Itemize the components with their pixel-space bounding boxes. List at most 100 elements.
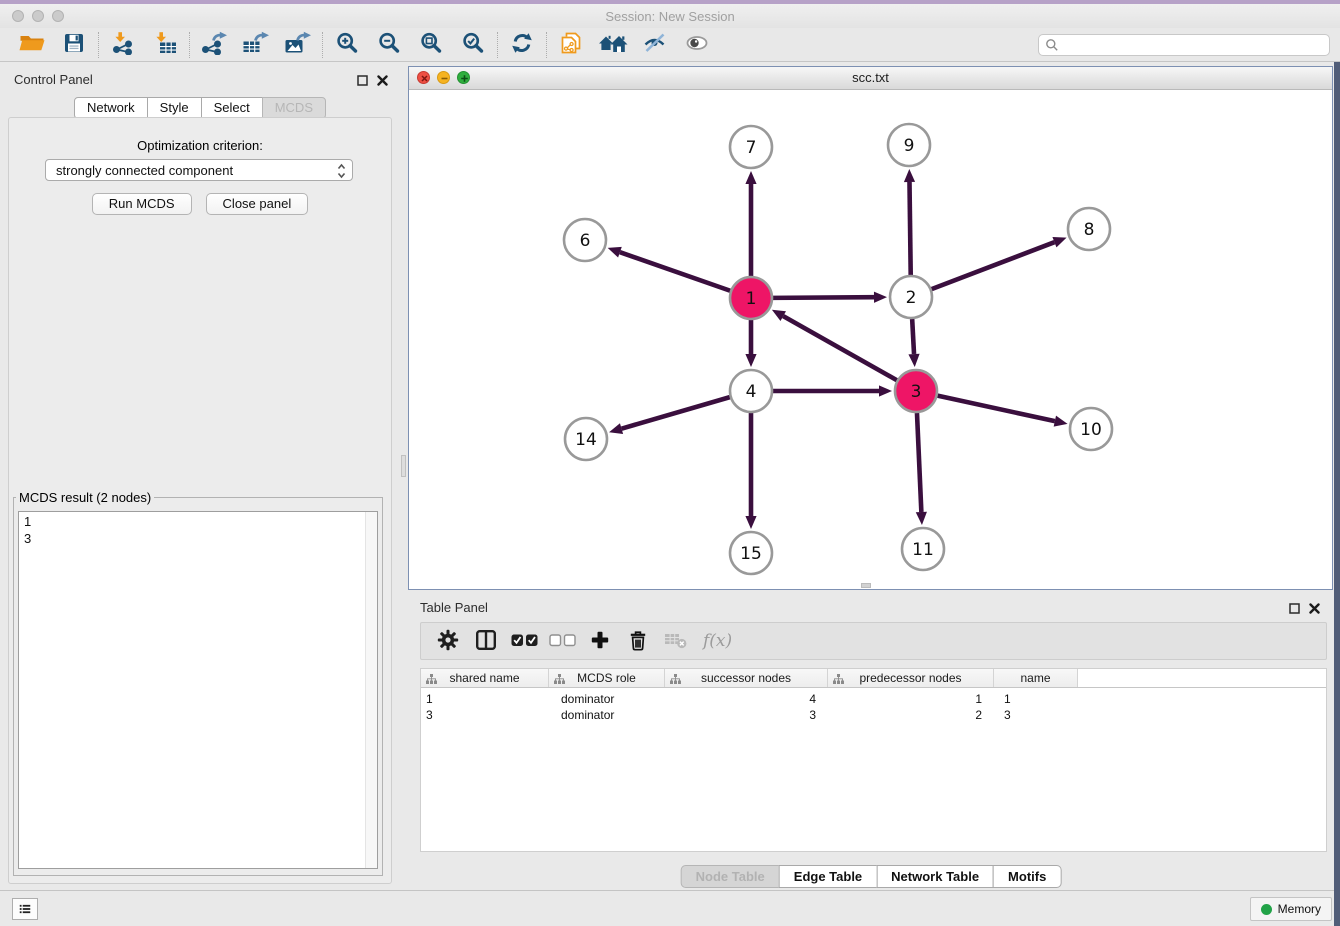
zoom-fit-button[interactable] [414,31,448,59]
network-canvas[interactable]: 1 2 3 4 6 7 8 9 10 11 14 15 [409,89,1332,589]
graph-node-7[interactable]: 7 [730,126,772,168]
settings-button[interactable] [429,626,467,656]
save-session-icon [62,31,86,58]
graph-edge-2-8[interactable] [932,237,1067,289]
network-scroll-grip[interactable] [861,583,871,588]
graph-edge-4-14[interactable] [609,397,730,434]
column-header-successor-nodes[interactable]: successor nodes [665,669,828,687]
graph-node-14[interactable]: 14 [565,418,607,460]
graph-node-10[interactable]: 10 [1070,408,1112,450]
select-all-button[interactable] [505,626,543,656]
table-row[interactable]: 3dominator323 [421,707,1326,723]
split-view-button[interactable] [467,626,505,656]
float-table-panel-icon[interactable] [1289,601,1300,619]
add-column-button[interactable] [581,626,619,656]
graph-node-2[interactable]: 2 [890,276,932,318]
import-network-button[interactable] [106,31,140,59]
table-cell[interactable]: 1 [421,692,549,706]
column-header-label: successor nodes [701,671,791,685]
result-scrollbar[interactable] [365,512,377,868]
close-panel-icon[interactable] [377,73,388,91]
export-network-button[interactable] [197,31,231,59]
panel-splitter[interactable] [400,62,408,890]
delete-table-button[interactable] [657,626,695,656]
run-mcds-button[interactable]: Run MCDS [92,193,192,215]
task-history-button[interactable] [12,898,38,920]
column-header-label: name [1020,671,1050,685]
graph-node-label: 11 [912,540,934,560]
table-cell[interactable]: 3 [421,708,549,722]
refresh-layout-button[interactable] [505,31,539,59]
home-layout-button[interactable] [596,31,630,59]
graph-node-8[interactable]: 8 [1068,208,1110,250]
select-stepper-icon [337,163,346,182]
tab-edge-table[interactable]: Edge Table [779,865,877,888]
graph-node-1[interactable]: 1 [730,277,772,319]
table-cell[interactable]: dominator [549,692,665,706]
graph-node-15[interactable]: 15 [730,532,772,574]
tab-select[interactable]: Select [201,97,263,119]
column-header-shared-name[interactable]: shared name [421,669,549,687]
tab-motifs[interactable]: Motifs [993,865,1061,888]
graph-edge-3-10[interactable] [937,396,1067,427]
export-image-button[interactable] [281,31,315,59]
graph-edge-4-3[interactable] [773,385,892,396]
export-table-button[interactable] [239,31,273,59]
graph-node-4[interactable]: 4 [730,370,772,412]
zoom-selected-button[interactable] [456,31,490,59]
graph-edge-1-6[interactable] [608,247,731,291]
graph-node-3[interactable]: 3 [895,370,937,412]
tab-network[interactable]: Network [74,97,148,119]
column-header-MCDS-role[interactable]: MCDS role [549,669,665,687]
float-panel-icon[interactable] [357,73,368,91]
criterion-select[interactable]: strongly connected component [45,159,353,181]
table-cell[interactable]: 1 [994,692,1078,706]
tab-node-table[interactable]: Node Table [681,865,780,888]
table-cell[interactable]: dominator [549,708,665,722]
add-column-icon [590,630,610,653]
column-header-name[interactable]: name [994,669,1078,687]
table-cell[interactable]: 1 [828,692,994,706]
save-session-button[interactable] [57,31,91,59]
import-table-button[interactable] [148,31,182,59]
open-session-button[interactable] [15,31,49,59]
graph-edge-4-15[interactable] [745,413,756,529]
table-cell[interactable]: 3 [994,708,1078,722]
graph-edge-2-9[interactable] [904,169,915,275]
graph-edge-1-7[interactable] [745,171,756,276]
tab-mcds[interactable]: MCDS [262,97,326,119]
delete-column-button[interactable] [619,626,657,656]
copy-network-button[interactable] [554,31,588,59]
splitter-grip[interactable] [401,455,406,477]
graph-node-9[interactable]: 9 [888,124,930,166]
column-header-predecessor-nodes[interactable]: predecessor nodes [828,669,994,687]
zoom-in-button[interactable] [330,31,364,59]
graph-node-11[interactable]: 11 [902,528,944,570]
table-cell[interactable]: 2 [828,708,994,722]
mcds-result-text[interactable]: 1 3 [18,511,378,869]
graph-edge-3-1[interactable] [772,310,897,380]
close-panel-button[interactable]: Close panel [206,193,309,215]
tab-style[interactable]: Style [147,97,202,119]
table-row[interactable]: 1dominator411 [421,691,1326,707]
search-input[interactable] [1038,34,1330,56]
copy-network-icon [559,31,583,58]
graph-node-6[interactable]: 6 [564,219,606,261]
tab-network-table[interactable]: Network Table [876,865,994,888]
column-type-icon [670,674,681,684]
table-cell[interactable]: 3 [665,708,828,722]
graph-edge-2-3[interactable] [908,319,919,367]
close-table-panel-icon[interactable] [1309,601,1320,619]
function-builder-button[interactable]: f(x) [703,631,732,651]
memory-button[interactable]: Memory [1250,897,1332,921]
show-all-button[interactable] [680,31,714,59]
deselect-all-button[interactable] [543,626,581,656]
table-cell[interactable]: 4 [665,692,828,706]
graph-edge-1-4[interactable] [745,320,756,367]
zoom-out-button[interactable] [372,31,406,59]
graph-edge-3-11[interactable] [916,413,927,525]
graph-edge-1-2[interactable] [773,292,887,303]
open-session-icon [19,31,45,58]
hide-selected-button[interactable] [638,31,672,59]
network-window-titlebar[interactable]: scc.txt [409,67,1332,90]
